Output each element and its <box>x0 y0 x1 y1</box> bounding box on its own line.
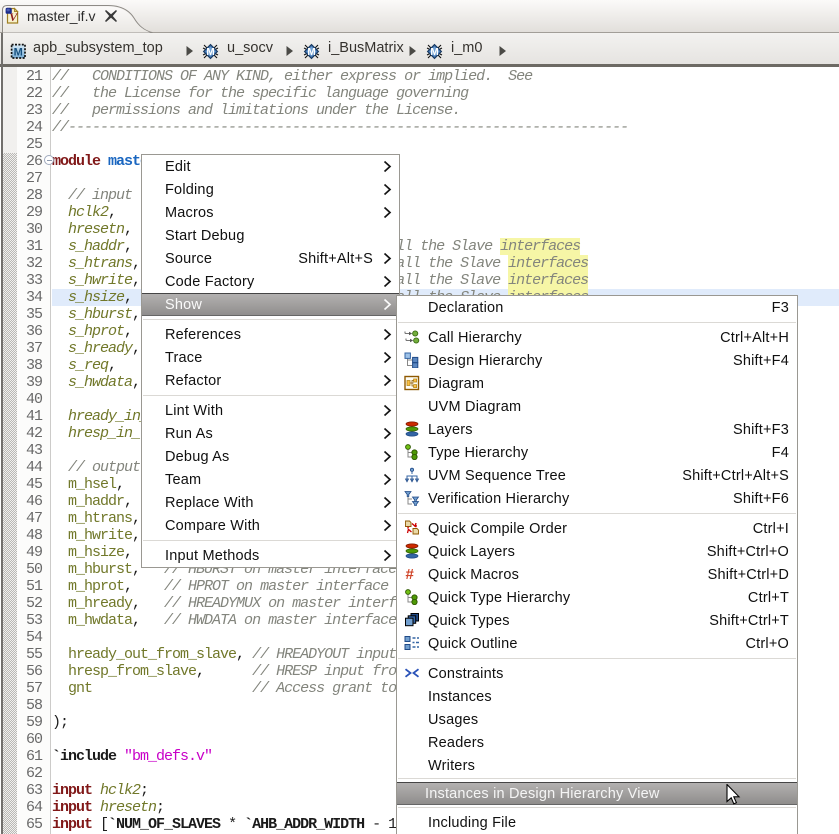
svg-text:M: M <box>14 46 23 58</box>
svg-text:#: # <box>406 566 415 582</box>
svg-text:M: M <box>206 47 214 58</box>
